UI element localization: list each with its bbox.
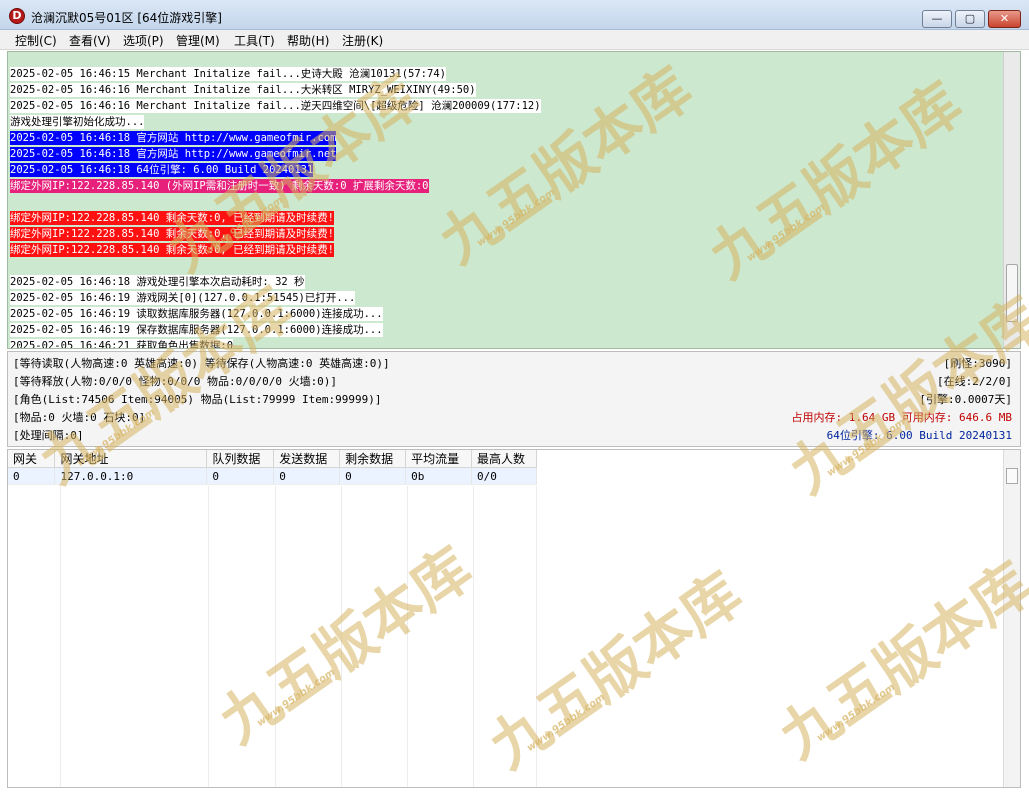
status-role-list: [角色(List:74506 Item:94005) 物品(List:79999… <box>13 393 382 406</box>
log-line: 2025-02-05 16:46:18 64位引擎: 6.00 Build 20… <box>10 163 314 177</box>
log-line: 绑定外网IP:122.228.85.140 (外网IP需和注册时一致) 剩余天数… <box>10 179 429 193</box>
table-row[interactable]: 0 127.0.0.1:0 0 0 0 0b 0/0 <box>8 467 537 485</box>
log-panel[interactable]: 2025-02-05 16:46:15 Merchant Initalize f… <box>7 51 1021 349</box>
col-gateway[interactable]: 网关 <box>8 450 56 468</box>
menu-tools[interactable]: 工具(T) <box>234 32 275 49</box>
menu-bar: 控制(C) 查看(V) 选项(P) 管理(M) 工具(T) 帮助(H) 注册(K… <box>0 30 1029 50</box>
status-panel: [等待读取(人物高速:0 英雄高速:0) 等待保存(人物高速:0 英雄高速:0)… <box>7 351 1021 447</box>
app-icon: D <box>9 8 25 24</box>
log-line: 游戏处理引擎初始化成功... <box>10 115 145 129</box>
status-memory: 占用内存: 1.64 GB 可用内存: 646.6 MB <box>791 411 1012 424</box>
status-items: [物品:0 火墙:0 石块:0] <box>13 411 146 424</box>
log-line: 2025-02-05 16:46:16 Merchant Initalize f… <box>10 99 541 113</box>
table-scrollbar-thumb[interactable] <box>1006 468 1018 484</box>
menu-register[interactable]: 注册(K) <box>342 32 383 49</box>
minimize-button[interactable]: — <box>922 10 952 28</box>
status-interval: [处理间隔:0] <box>13 429 84 442</box>
window-title: 沧澜沉默05号01区 [64位游戏引擎] <box>31 11 222 25</box>
cell-queue-data: 0 <box>206 467 275 485</box>
close-button[interactable]: ✕ <box>988 10 1021 28</box>
col-remaining-data[interactable]: 剩余数据 <box>339 450 407 468</box>
log-line: 绑定外网IP:122.228.85.140 剩余天数:0, 已经到期请及时续费! <box>10 227 334 241</box>
col-queue-data[interactable]: 队列数据 <box>206 450 275 468</box>
maximize-button[interactable]: ▢ <box>955 10 985 28</box>
log-line: 2025-02-05 16:46:16 Merchant Initalize f… <box>10 83 476 97</box>
log-line: 2025-02-05 16:46:18 官方网站 http://www.game… <box>10 131 337 145</box>
col-sent-data[interactable]: 发送数据 <box>273 450 341 468</box>
cell-avg-traffic: 0b <box>405 467 473 485</box>
gateway-table: 网关 网关地址 队列数据 发送数据 剩余数据 平均流量 最高人数 0 127.0… <box>8 450 537 485</box>
table-scrollbar[interactable] <box>1003 450 1020 787</box>
cell-gateway: 0 <box>8 467 56 485</box>
table-header-row: 网关 网关地址 队列数据 发送数据 剩余数据 平均流量 最高人数 <box>8 450 537 468</box>
cell-gateway-address: 127.0.0.1:0 <box>54 467 208 485</box>
gateway-table-area[interactable]: 网关 网关地址 队列数据 发送数据 剩余数据 平均流量 最高人数 0 127.0… <box>7 449 1021 788</box>
log-scrollbar-thumb[interactable] <box>1006 264 1018 322</box>
menu-control[interactable]: 控制(C) <box>15 32 57 49</box>
menu-manage[interactable]: 管理(M) <box>176 32 220 49</box>
log-line: 2025-02-05 16:46:15 Merchant Initalize f… <box>10 67 446 81</box>
cell-remaining-data: 0 <box>339 467 407 485</box>
log-scrollbar[interactable] <box>1003 52 1020 348</box>
log-line: 2025-02-05 16:46:19 读取数据库服务器(127.0.0.1:6… <box>10 307 383 321</box>
status-wait-read: [等待读取(人物高速:0 英雄高速:0) 等待保存(人物高速:0 英雄高速:0)… <box>13 357 390 370</box>
col-avg-traffic[interactable]: 平均流量 <box>405 450 473 468</box>
col-gateway-address[interactable]: 网关地址 <box>54 450 208 468</box>
menu-view[interactable]: 查看(V) <box>69 32 111 49</box>
log-line: 2025-02-05 16:46:19 保存数据库服务器(127.0.0.1:6… <box>10 323 383 337</box>
status-refresh: [刷怪:3090] <box>943 357 1012 370</box>
status-online: [在线:2/2/0] <box>937 375 1012 388</box>
log-line: 2025-02-05 16:46:18 官方网站 http://www.game… <box>10 147 337 161</box>
cell-max-players: 0/0 <box>471 467 537 485</box>
log-line: 绑定外网IP:122.228.85.140 剩余天数:0, 已经到期请及时续费! <box>10 211 334 225</box>
cell-sent-data: 0 <box>273 467 341 485</box>
menu-help[interactable]: 帮助(H) <box>287 32 329 49</box>
log-line: 2025-02-05 16:46:18 游戏处理引擎本次启动耗时: 32 秒 <box>10 275 305 289</box>
status-wait-release: [等待释放(人物:0/0/0 怪物:0/0/0 物品:0/0/0/0 火墙:0)… <box>13 375 338 388</box>
col-max-players[interactable]: 最高人数 <box>471 450 537 468</box>
status-engine-time: [引擎:0.0007天] <box>919 393 1012 406</box>
status-engine-version: 64位引擎: 6.00 Build 20240131 <box>826 429 1012 442</box>
log-line: 2025-02-05 16:46:19 游戏网关[0](127.0.0.1:51… <box>10 291 356 305</box>
log-line: 绑定外网IP:122.228.85.140 剩余天数:0, 已经到期请及时续费! <box>10 243 334 257</box>
log-line: 2025-02-05 16:46:21 获取角色出售数据:0 <box>10 339 234 348</box>
menu-options[interactable]: 选项(P) <box>123 32 164 49</box>
table-empty-area <box>8 486 537 787</box>
title-bar[interactable]: D 沧澜沉默05号01区 [64位游戏引擎] — ▢ ✕ <box>0 0 1029 30</box>
